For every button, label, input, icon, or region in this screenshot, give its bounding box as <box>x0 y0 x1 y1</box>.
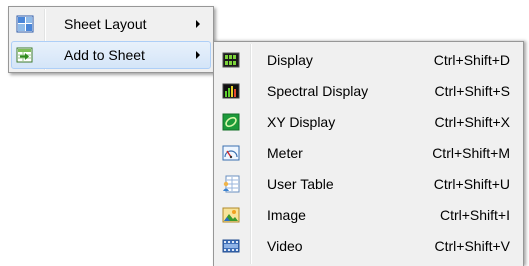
submenu-item-xy-display[interactable]: XY Display Ctrl+Shift+X <box>216 108 521 136</box>
submenu-item-label: Display <box>267 52 313 68</box>
submenu-item-label: Meter <box>267 145 303 161</box>
shortcut-text: Ctrl+Shift+M <box>432 145 510 161</box>
submenu-item-image[interactable]: Image Ctrl+Shift+I <box>216 201 521 229</box>
submenu-item-meter[interactable]: Meter Ctrl+Shift+M <box>216 139 521 167</box>
submenu-item-spectral-display[interactable]: Spectral Display Ctrl+Shift+S <box>216 77 521 105</box>
submenu-arrow-icon <box>196 51 200 59</box>
menu-item-add-to-sheet[interactable]: Add to Sheet <box>11 41 211 69</box>
image-icon <box>222 206 240 224</box>
menu-item-label: Add to Sheet <box>64 47 145 63</box>
menu-item-label: Sheet Layout <box>64 16 147 32</box>
shortcut-text: Ctrl+Shift+X <box>434 114 510 130</box>
submenu-item-label: Spectral Display <box>267 83 369 99</box>
shortcut-text: Ctrl+Shift+U <box>433 176 510 192</box>
submenu-item-label: Video <box>267 238 303 254</box>
spectral-display-icon <box>222 82 240 100</box>
display-icon <box>222 51 240 69</box>
submenu-item-video[interactable]: Video Ctrl+Shift+V <box>216 232 521 260</box>
video-icon <box>222 237 240 255</box>
add-to-sheet-submenu: Display Ctrl+Shift+D Spectral Display Ct… <box>213 41 524 266</box>
add-to-sheet-icon <box>16 46 34 64</box>
submenu-arrow-icon <box>196 20 200 28</box>
menu-item-sheet-layout[interactable]: Sheet Layout <box>11 10 211 38</box>
submenu-item-label: XY Display <box>267 114 336 130</box>
xy-display-icon <box>222 113 240 131</box>
shortcut-text: Ctrl+Shift+D <box>433 52 510 68</box>
shortcut-text: Ctrl+Shift+S <box>434 83 510 99</box>
submenu-item-label: User Table <box>267 176 334 192</box>
shortcut-text: Ctrl+Shift+V <box>434 238 510 254</box>
shortcut-text: Ctrl+Shift+I <box>439 207 510 223</box>
user-table-icon <box>222 175 240 193</box>
sheet-layout-icon <box>16 15 34 33</box>
meter-icon <box>222 144 240 162</box>
submenu-item-display[interactable]: Display Ctrl+Shift+D <box>216 46 521 74</box>
submenu-item-label: Image <box>267 207 306 223</box>
context-menu: Sheet Layout Add to Sheet <box>8 6 214 73</box>
submenu-item-user-table[interactable]: User Table Ctrl+Shift+U <box>216 170 521 198</box>
